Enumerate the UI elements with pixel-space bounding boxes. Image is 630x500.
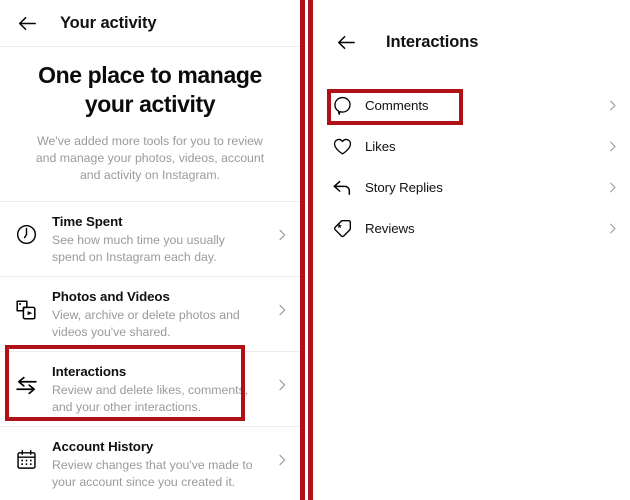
heart-icon [313,136,359,157]
your-activity-screen: Your activity One place to manage your a… [0,0,300,500]
list-item-subtitle: View, archive or delete photos and video… [52,308,240,339]
left-appbar: Your activity [0,0,300,47]
list-item-story-replies[interactable]: Story Replies [313,167,630,208]
list-item-body: Photos and Videos View, archive or delet… [52,288,264,340]
chevron-right-icon[interactable] [264,438,300,468]
tag-star-icon [313,218,359,240]
clock-icon [0,213,52,246]
reply-arrow-icon [313,177,359,199]
chevron-right-icon[interactable] [264,288,300,318]
list-item-title: Time Spent [52,214,123,229]
list-item-account-history[interactable]: Account History Review changes that you'… [0,427,300,500]
chevron-right-icon[interactable] [264,213,300,243]
calendar-icon [0,438,52,471]
screenshot-root: Your activity One place to manage your a… [0,0,630,500]
list-item-time-spent[interactable]: Time Spent See how much time you usually… [0,202,300,277]
list-item-subtitle: See how much time you usually spend on I… [52,233,225,264]
chevron-right-icon[interactable] [264,363,300,393]
activity-options-list: Time Spent See how much time you usually… [0,201,300,500]
chevron-right-icon[interactable] [594,98,630,113]
interactions-screen: Interactions Comments Likes Story Replie… [313,0,630,500]
list-item-subtitle: Review and delete likes, comments, and y… [52,383,249,414]
list-item-comments[interactable]: Comments [313,85,630,126]
list-item-label: Comments [365,98,429,113]
list-item-body: Account History Review changes that you'… [52,438,264,490]
list-item-reviews[interactable]: Reviews [313,208,630,249]
list-item-body: Time Spent See how much time you usually… [52,213,264,265]
list-item-subtitle: Review changes that you've made to your … [52,458,253,489]
hero-spacer [14,184,286,201]
list-item-label: Likes [365,139,396,154]
page-title: Interactions [386,33,479,51]
list-item-label: Reviews [365,221,415,236]
chevron-right-icon[interactable] [594,221,630,236]
photos-videos-icon [0,288,52,322]
hero-heading: One place to manage your activity [38,62,262,117]
list-item-body: Interactions Review and delete likes, co… [52,363,264,415]
divider-bar-left [300,0,305,500]
panel-divider [300,0,313,500]
right-appbar: Interactions [313,0,630,85]
list-item-title: Photos and Videos [52,289,170,304]
list-item-interactions[interactable]: Interactions Review and delete likes, co… [0,352,300,427]
comment-bubble-icon [313,95,359,116]
back-arrow-icon[interactable] [333,30,359,56]
list-item-photos-and-videos[interactable]: Photos and Videos View, archive or delet… [0,277,300,352]
chevron-right-icon[interactable] [594,180,630,195]
back-arrow-icon[interactable] [14,10,40,36]
hero-description: We've added more tools for you to review… [35,134,265,182]
interactions-arrows-icon [0,363,52,398]
list-item-label: Story Replies [365,180,443,195]
list-item-title: Interactions [52,364,127,379]
page-title: Your activity [60,13,157,32]
chevron-right-icon[interactable] [594,139,630,154]
list-item-likes[interactable]: Likes [313,126,630,167]
hero-section: One place to manage your activity We've … [0,47,300,201]
list-item-title: Account History [52,439,154,454]
